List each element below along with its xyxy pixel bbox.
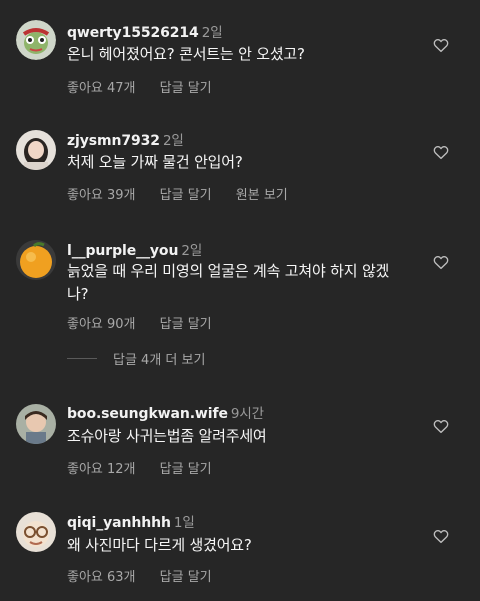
likes-count[interactable]: 좋아요 63개 [67,570,136,585]
reply-button[interactable]: 답글 달기 [160,188,212,203]
heart-outline-icon[interactable] [432,36,450,54]
comment-username[interactable]: zjysmn7932 2일 [67,129,184,149]
view-more-replies-label: 답글 4개 더 보기 [113,353,206,368]
comment-username[interactable]: qiqi_yanhhhh 1일 [67,511,195,531]
reply-button[interactable]: 답글 달기 [160,570,212,585]
likes-count[interactable]: 좋아요 12개 [67,462,136,477]
heart-outline-icon[interactable] [432,253,450,271]
comment-text: 온니 헤어졌어요? 콘서트는 안 오셨고? [67,45,305,63]
heart-outline-icon[interactable] [432,527,450,545]
likes-count[interactable]: 좋아요 47개 [67,81,136,96]
comment-text: 왜 사진마다 다르게 생겼어요? [67,536,252,554]
comment-time: 2일 [181,243,203,259]
comment-username[interactable]: l__purple__you 2일 [67,239,202,259]
comment-text: 처제 오늘 가짜 물건 안입어? [67,153,243,171]
see-original-button[interactable]: 원본 보기 [236,188,288,203]
avatar[interactable] [16,20,56,60]
likes-count[interactable]: 좋아요 90개 [67,317,136,332]
avatar[interactable] [16,240,56,280]
avatar[interactable] [16,130,56,170]
heart-outline-icon[interactable] [432,417,450,435]
reply-button[interactable]: 답글 달기 [160,462,212,477]
comment-text: 늙었을 때 우리 미영의 얼굴은 계속 고쳐야 하지 않겠나? [67,262,390,303]
replies-divider [67,358,97,359]
comment-time: 9시간 [230,406,264,422]
comment-username[interactable]: qwerty15526214 2일 [67,21,223,41]
heart-outline-icon[interactable] [432,143,450,161]
view-more-replies-button[interactable]: 답글 4개 더 보기 [67,349,205,368]
reply-button[interactable]: 답글 달기 [160,317,212,332]
comment-time: 2일 [162,133,184,149]
avatar[interactable] [16,512,56,552]
likes-count[interactable]: 좋아요 39개 [67,188,136,203]
comment-time: 1일 [173,515,195,531]
avatar[interactable] [16,404,56,444]
comment-text: 조슈아랑 사귀는법좀 알려주세여 [67,427,267,445]
reply-button[interactable]: 답글 달기 [160,81,212,96]
comment-time: 2일 [201,25,223,41]
comment-username[interactable]: boo.seungkwan.wife 9시간 [67,402,264,422]
